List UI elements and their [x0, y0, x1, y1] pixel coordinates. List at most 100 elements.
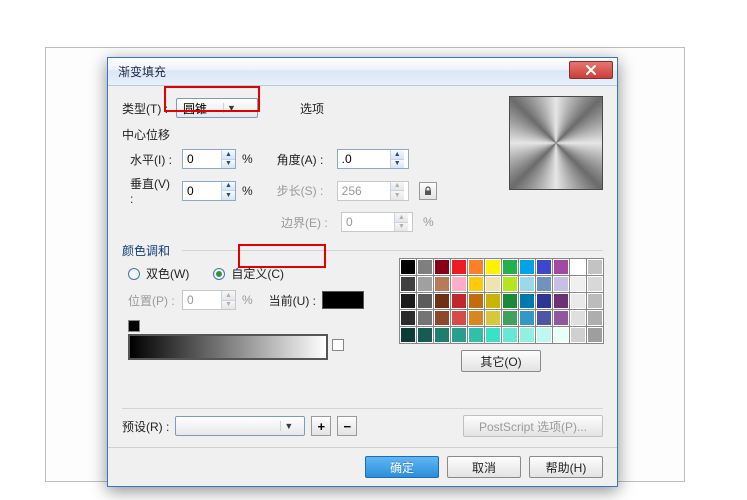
palette-swatch[interactable] — [536, 327, 552, 343]
palette-swatch[interactable] — [502, 293, 518, 309]
palette-swatch[interactable] — [468, 327, 484, 343]
close-icon — [585, 64, 597, 76]
palette-swatch[interactable] — [587, 327, 603, 343]
palette-swatch[interactable] — [468, 276, 484, 292]
palette-swatch[interactable] — [587, 310, 603, 326]
palette-swatch[interactable] — [434, 293, 450, 309]
palette-swatch[interactable] — [502, 276, 518, 292]
palette-swatch[interactable] — [536, 259, 552, 275]
titlebar[interactable]: 渐变填充 — [108, 58, 617, 86]
cancel-button[interactable]: 取消 — [447, 456, 521, 478]
palette-swatch[interactable] — [434, 327, 450, 343]
palette-swatch[interactable] — [400, 293, 416, 309]
palette-grid[interactable] — [399, 258, 604, 344]
palette-swatch[interactable] — [502, 310, 518, 326]
palette-swatch[interactable] — [485, 259, 501, 275]
help-button[interactable]: 帮助(H) — [529, 456, 603, 478]
vertical-input[interactable] — [183, 182, 221, 200]
palette-swatch[interactable] — [485, 327, 501, 343]
minus-icon: − — [344, 419, 352, 434]
palette-swatch[interactable] — [536, 310, 552, 326]
spin-arrows[interactable]: ▲▼ — [221, 182, 235, 200]
palette-swatch[interactable] — [519, 276, 535, 292]
palette-swatch[interactable] — [519, 327, 535, 343]
options-label: 选项 — [300, 100, 324, 117]
preset-combo[interactable]: ▼ — [175, 416, 305, 436]
custom-radio-label: 自定义(C) — [231, 265, 284, 282]
palette-swatch[interactable] — [417, 327, 433, 343]
palette-swatch[interactable] — [485, 310, 501, 326]
palette-swatch[interactable] — [434, 259, 450, 275]
palette-swatch[interactable] — [400, 276, 416, 292]
horizontal-spin[interactable]: ▲▼ — [182, 149, 236, 169]
palette-swatch[interactable] — [570, 293, 586, 309]
palette-swatch[interactable] — [451, 327, 467, 343]
other-color-button[interactable]: 其它(O) — [461, 350, 541, 372]
chevron-down-icon: ▼ — [280, 421, 296, 431]
palette-swatch[interactable] — [587, 259, 603, 275]
palette-swatch[interactable] — [434, 310, 450, 326]
palette-swatch[interactable] — [417, 259, 433, 275]
current-color-swatch[interactable] — [322, 291, 364, 309]
palette-swatch[interactable] — [570, 259, 586, 275]
close-button[interactable] — [569, 61, 613, 79]
palette-swatch[interactable] — [451, 310, 467, 326]
palette-swatch[interactable] — [417, 276, 433, 292]
gradient-preview — [509, 96, 603, 190]
gradient-bar[interactable] — [128, 334, 328, 360]
palette-swatch[interactable] — [468, 259, 484, 275]
palette-swatch[interactable] — [570, 276, 586, 292]
spin-arrows[interactable]: ▲▼ — [390, 150, 404, 168]
two-color-radio[interactable]: 双色(W) — [128, 265, 189, 282]
ok-button[interactable]: 确定 — [365, 456, 439, 478]
palette-swatch[interactable] — [536, 293, 552, 309]
grad-end-swatch[interactable] — [332, 339, 344, 351]
palette-swatch[interactable] — [434, 276, 450, 292]
percent-label: % — [242, 184, 253, 198]
edge-label: 边界(E) : — [281, 214, 335, 231]
palette-swatch[interactable] — [519, 259, 535, 275]
color-palette: 其它(O) — [399, 258, 603, 372]
spin-arrows[interactable]: ▲▼ — [221, 150, 235, 168]
position-label: 位置(P) : — [128, 292, 176, 309]
step-spin: ▲▼ — [337, 181, 409, 201]
palette-swatch[interactable] — [468, 293, 484, 309]
palette-swatch[interactable] — [553, 259, 569, 275]
color-blend-label: 颜色调和 — [122, 242, 170, 259]
palette-swatch[interactable] — [400, 327, 416, 343]
palette-swatch[interactable] — [451, 276, 467, 292]
angle-input[interactable] — [338, 150, 390, 168]
palette-swatch[interactable] — [587, 293, 603, 309]
palette-swatch[interactable] — [570, 310, 586, 326]
palette-swatch[interactable] — [553, 293, 569, 309]
horizontal-input[interactable] — [183, 150, 221, 168]
palette-swatch[interactable] — [400, 259, 416, 275]
palette-swatch[interactable] — [553, 310, 569, 326]
palette-swatch[interactable] — [553, 276, 569, 292]
palette-swatch[interactable] — [400, 310, 416, 326]
palette-swatch[interactable] — [519, 293, 535, 309]
palette-swatch[interactable] — [451, 293, 467, 309]
palette-swatch[interactable] — [485, 276, 501, 292]
plus-icon: + — [318, 419, 326, 434]
palette-swatch[interactable] — [570, 327, 586, 343]
palette-swatch[interactable] — [519, 310, 535, 326]
palette-swatch[interactable] — [553, 327, 569, 343]
palette-swatch[interactable] — [485, 293, 501, 309]
preset-remove-button[interactable]: − — [337, 416, 357, 436]
preset-add-button[interactable]: + — [311, 416, 331, 436]
palette-swatch[interactable] — [587, 276, 603, 292]
step-lock-button[interactable] — [419, 182, 437, 200]
palette-swatch[interactable] — [502, 259, 518, 275]
palette-swatch[interactable] — [536, 276, 552, 292]
palette-swatch[interactable] — [468, 310, 484, 326]
grad-start-swatch[interactable] — [128, 320, 140, 332]
palette-swatch[interactable] — [417, 293, 433, 309]
palette-swatch[interactable] — [502, 327, 518, 343]
angle-spin[interactable]: ▲▼ — [337, 149, 409, 169]
vertical-spin[interactable]: ▲▼ — [182, 181, 236, 201]
palette-swatch[interactable] — [451, 259, 467, 275]
custom-radio[interactable]: 自定义(C) — [213, 265, 284, 282]
type-combo[interactable]: 圆锥 ▼ — [176, 98, 258, 118]
palette-swatch[interactable] — [417, 310, 433, 326]
